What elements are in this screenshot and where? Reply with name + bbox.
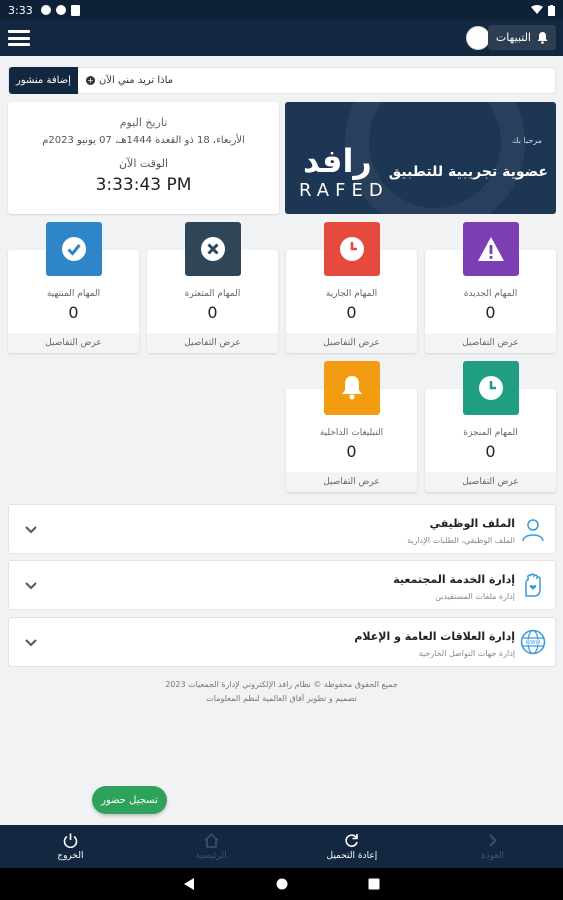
banner-subtitle: عضوية تجريبية للتطبيق xyxy=(388,164,548,180)
stat-title: المهام المتعثرة xyxy=(184,289,241,299)
stat-card-internal-notices[interactable]: التبليغات الداخلية 0 عرض التفاصيل xyxy=(286,361,417,492)
stat-count: 0 xyxy=(346,442,357,461)
rafed-logo-english: RAFED xyxy=(299,180,389,201)
stat-count: 0 xyxy=(485,442,496,461)
stat-title: المهام الجديدة xyxy=(463,289,518,299)
check-circle-icon xyxy=(45,222,102,276)
welcome-banner: مرحبا بك عضوية تجريبية للتطبيق رافد RAFE… xyxy=(285,102,556,214)
banner-greeting: مرحبا بك xyxy=(511,136,542,145)
notification-dot-icon xyxy=(40,5,51,15)
stat-count: 0 xyxy=(68,303,79,322)
nav-label: الخروج xyxy=(57,850,84,861)
details-link[interactable]: عرض التفاصيل xyxy=(286,333,417,353)
bell-icon xyxy=(537,31,548,44)
chevron-down-icon[interactable] xyxy=(23,521,39,537)
stat-count: 0 xyxy=(346,303,357,322)
details-link[interactable]: عرض التفاصيل xyxy=(286,472,417,492)
system-nav-bar xyxy=(0,868,563,900)
app-bar: التبيهات xyxy=(0,20,563,56)
stat-card-new-tasks[interactable]: المهام الجديدة 0 عرض التفاصيل xyxy=(425,222,556,353)
wifi-icon xyxy=(531,5,543,14)
accordion-community-service[interactable]: إدارة الخدمة المجتمعية إدارة ملفات المست… xyxy=(8,560,556,610)
accordion-subtitle: الملف الوظيفي، الطلبات الإدارية xyxy=(407,536,515,545)
warning-icon xyxy=(462,222,519,276)
hand-heart-icon xyxy=(525,573,541,597)
rafed-logo-arabic: رافد xyxy=(303,142,372,180)
status-time: 3:33 xyxy=(8,3,33,17)
system-back-icon[interactable] xyxy=(183,878,196,890)
date-card: تاريخ اليوم الأربعاء، 18 ذو القعدة 1444ه… xyxy=(8,102,279,214)
chevron-right-icon xyxy=(489,833,497,847)
menu-icon[interactable] xyxy=(8,30,30,46)
details-link[interactable]: عرض التفاصيل xyxy=(147,333,278,353)
nav-label: العودة xyxy=(481,850,505,861)
battery-icon xyxy=(548,4,555,16)
stat-card-finished-tasks[interactable]: المهام المنتهية 0 عرض التفاصيل xyxy=(8,222,139,353)
add-post-button[interactable]: إضافة منشور xyxy=(9,67,78,94)
post-placeholder: ماذا تريد مني الآن xyxy=(98,75,173,86)
nav-home[interactable]: الرئيسية xyxy=(141,825,282,868)
check-in-button[interactable]: تسجيل حضور xyxy=(92,786,167,814)
stat-title: المهام المنجزة xyxy=(463,428,518,438)
refresh-icon xyxy=(345,833,359,847)
stat-card-completed-tasks[interactable]: المهام المنجزة 0 عرض التفاصيل xyxy=(425,361,556,492)
stat-count: 0 xyxy=(207,303,218,322)
time-label: الوقت الآن xyxy=(118,157,169,170)
accordion-title: إدارة العلاقات العامة و الإعلام xyxy=(354,630,515,643)
app-f-icon xyxy=(55,5,66,15)
credit-text: تصميم و تطوير آفاق العالمية لنظم المعلوم… xyxy=(206,694,357,703)
page-footer: جميع الحقوق محفوظة © نظام رافد الإلكترون… xyxy=(0,680,563,708)
stat-title: المهام الجارية xyxy=(325,289,378,299)
power-icon xyxy=(63,833,78,848)
status-bar: 3:33 xyxy=(0,0,563,20)
stat-count: 0 xyxy=(485,303,496,322)
nav-label: الرئيسية xyxy=(195,850,227,861)
nav-logout[interactable]: الخروج xyxy=(0,825,141,868)
close-circle-icon xyxy=(184,222,241,276)
system-home-icon[interactable] xyxy=(276,878,288,890)
nav-label: إعادة التحميل xyxy=(326,850,378,861)
accordion-title: الملف الوظيفي xyxy=(429,517,515,530)
copyright-text: جميع الحقوق محفوظة © نظام رافد الإلكترون… xyxy=(165,680,398,689)
accordion-title: إدارة الخدمة المجتمعية xyxy=(393,573,515,586)
date-value: الأربعاء، 18 ذو القعدة 1444هـ، 07 يونيو … xyxy=(42,135,245,146)
accordion-subtitle: إدارة جهات التواصل الخارجية xyxy=(418,649,515,658)
accordion-public-relations[interactable]: WWW إدارة العلاقات العامة و الإعلام إدار… xyxy=(8,617,556,667)
stat-title: المهام المنتهية xyxy=(46,289,101,299)
post-input[interactable]: + ماذا تريد مني الآن xyxy=(85,75,173,86)
avatar[interactable] xyxy=(466,26,490,50)
sim-card-icon xyxy=(70,4,80,16)
globe-www-icon: WWW xyxy=(520,629,546,655)
bell-icon xyxy=(323,361,380,415)
nav-back[interactable]: العودة xyxy=(422,825,563,868)
notifications-button[interactable]: التبيهات xyxy=(487,25,556,50)
plus-icon: + xyxy=(85,76,95,85)
post-bar: إضافة منشور + ماذا تريد مني الآن xyxy=(8,67,556,94)
system-recents-icon[interactable] xyxy=(368,878,380,890)
user-profile-icon xyxy=(522,519,544,542)
details-link[interactable]: عرض التفاصيل xyxy=(8,333,139,353)
chevron-down-icon[interactable] xyxy=(23,577,39,593)
nav-reload[interactable]: إعادة التحميل xyxy=(282,825,423,868)
clock-icon xyxy=(323,222,380,276)
notifications-label: التبيهات xyxy=(495,31,531,44)
stat-title: التبليغات الداخلية xyxy=(319,428,384,438)
clock-icon xyxy=(462,361,519,415)
svg-text:WWW: WWW xyxy=(526,640,541,646)
accordion-subtitle: إدارة ملفات المستفيدين xyxy=(435,592,515,601)
accordion-job-profile[interactable]: الملف الوظيفي الملف الوظيفي، الطلبات الإ… xyxy=(8,504,556,554)
bottom-nav: الخروج الرئيسية إعادة التحميل العودة xyxy=(0,825,563,868)
stat-card-ongoing-tasks[interactable]: المهام الجارية 0 عرض التفاصيل xyxy=(286,222,417,353)
stat-card-stalled-tasks[interactable]: المهام المتعثرة 0 عرض التفاصيل xyxy=(147,222,278,353)
time-value: 3:33:43 PM xyxy=(95,175,192,195)
date-label: تاريخ اليوم xyxy=(119,116,168,129)
details-link[interactable]: عرض التفاصيل xyxy=(425,333,556,353)
details-link[interactable]: عرض التفاصيل xyxy=(425,472,556,492)
home-icon xyxy=(204,832,219,848)
chevron-down-icon[interactable] xyxy=(23,634,39,650)
